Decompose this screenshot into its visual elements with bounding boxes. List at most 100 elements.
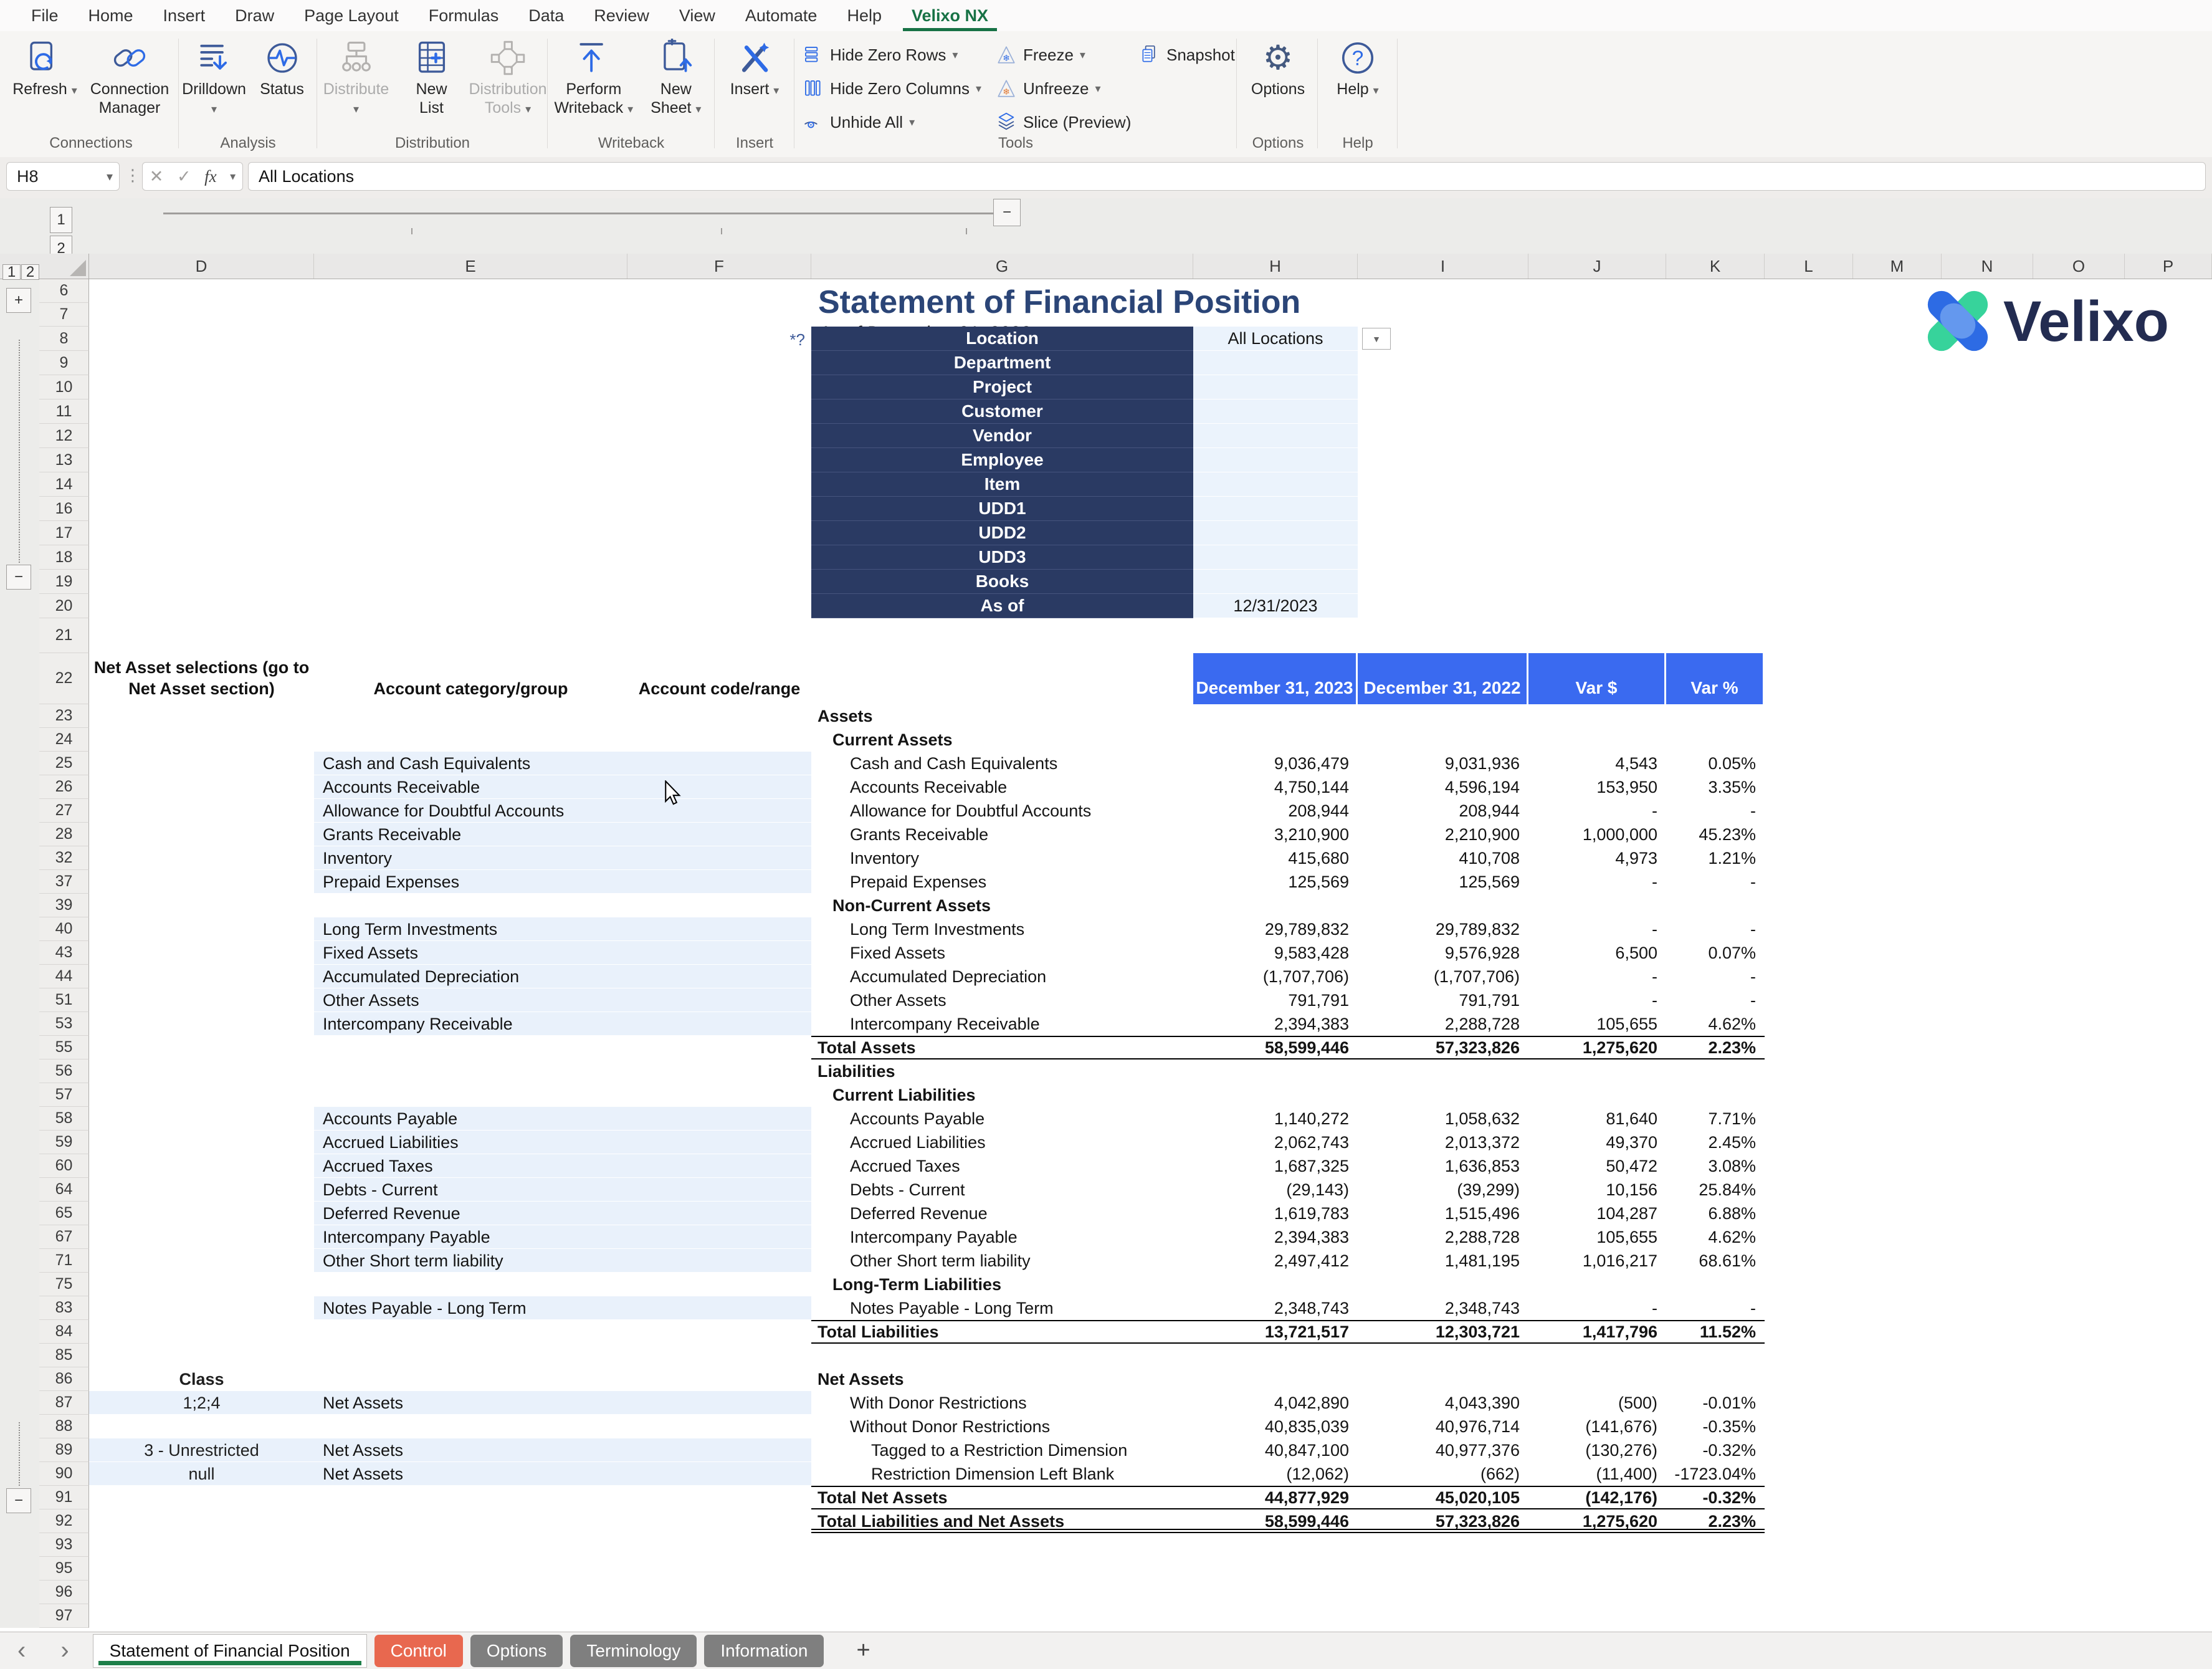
add-sheet-button[interactable]: + xyxy=(831,1637,895,1664)
cell-e-27[interactable]: Allowance for Doubtful Accounts xyxy=(323,799,627,823)
ribbon-tab-view[interactable]: View xyxy=(664,0,730,31)
statement-value-58-1[interactable]: 1,140,272 xyxy=(1193,1107,1358,1131)
statement-value-55-4[interactable]: 2.23% xyxy=(1666,1036,1765,1059)
statement-value-89-4[interactable]: -0.32% xyxy=(1666,1438,1765,1462)
row-header-60[interactable]: 60 xyxy=(39,1154,89,1178)
row-header-86[interactable]: 86 xyxy=(39,1367,89,1391)
statement-value-65-2[interactable]: 1,515,496 xyxy=(1358,1202,1528,1225)
statement-value-84-3[interactable]: 1,417,796 xyxy=(1528,1320,1666,1344)
ribbon-tab-automate[interactable]: Automate xyxy=(730,0,832,31)
cell-e-58[interactable]: Accounts Payable xyxy=(323,1107,627,1131)
statement-value-43-3[interactable]: 6,500 xyxy=(1528,941,1666,965)
filter-value-udd1[interactable] xyxy=(1193,497,1358,521)
sheet-tab-control[interactable]: Control xyxy=(374,1634,463,1667)
statement-value-26-2[interactable]: 4,596,194 xyxy=(1358,775,1528,799)
expand-row-group-button[interactable]: + xyxy=(6,288,31,313)
dropdown-arrow-icon[interactable]: ▼ xyxy=(1362,328,1391,350)
statement-value-83-3[interactable]: - xyxy=(1528,1296,1666,1320)
ribbon-tab-velixo-nx[interactable]: Velixo NX xyxy=(897,0,1003,31)
statement-value-27-3[interactable]: - xyxy=(1528,799,1666,823)
statement-value-87-2[interactable]: 4,043,390 xyxy=(1358,1391,1528,1415)
ribbon-button-hide-zero-columns[interactable]: Hide Zero Columns ▾ xyxy=(803,77,981,100)
statement-value-27-1[interactable]: 208,944 xyxy=(1193,799,1358,823)
statement-value-65-3[interactable]: 104,287 xyxy=(1528,1202,1666,1225)
row-header-51[interactable]: 51 xyxy=(39,988,89,1012)
row-header-39[interactable]: 39 xyxy=(39,894,89,917)
cell-e-83[interactable]: Notes Payable - Long Term xyxy=(323,1296,627,1320)
statement-value-67-1[interactable]: 2,394,383 xyxy=(1193,1225,1358,1249)
filter-value-department[interactable] xyxy=(1193,351,1358,375)
statement-value-58-4[interactable]: 7.71% xyxy=(1666,1107,1765,1131)
cell-d-89[interactable]: 3 - Unrestricted xyxy=(89,1438,314,1462)
statement-value-60-3[interactable]: 50,472 xyxy=(1528,1154,1666,1178)
select-all-corner[interactable] xyxy=(39,254,89,279)
statement-value-92-2[interactable]: 57,323,826 xyxy=(1358,1509,1528,1533)
filter-value-employee[interactable] xyxy=(1193,448,1358,472)
statement-row-label-86[interactable]: Net Assets xyxy=(818,1367,1760,1391)
ribbon-button-help[interactable]: ? Help ▾ xyxy=(1321,36,1394,100)
cell-d-90[interactable]: null xyxy=(89,1462,314,1486)
statement-value-55-2[interactable]: 57,323,826 xyxy=(1358,1036,1528,1059)
row-header-16[interactable]: 16 xyxy=(39,497,89,521)
statement-value-88-3[interactable]: (141,676) xyxy=(1528,1415,1666,1438)
cell-e-51[interactable]: Other Assets xyxy=(323,988,627,1012)
statement-row-label-24[interactable]: Current Assets xyxy=(832,728,1775,752)
column-header-P[interactable]: P xyxy=(2125,254,2212,279)
statement-value-90-2[interactable]: (662) xyxy=(1358,1462,1528,1486)
row-header-71[interactable]: 71 xyxy=(39,1249,89,1273)
row-header-93[interactable]: 93 xyxy=(39,1533,89,1557)
statement-value-32-1[interactable]: 415,680 xyxy=(1193,846,1358,870)
statement-value-59-4[interactable]: 2.45% xyxy=(1666,1131,1765,1154)
statement-value-44-3[interactable]: - xyxy=(1528,965,1666,988)
sheet-tab-statement-of-financial-position[interactable]: Statement of Financial Position xyxy=(92,1633,367,1668)
collapse-column-group-button[interactable]: − xyxy=(993,199,1021,226)
filter-value-as-of[interactable]: 12/31/2023 xyxy=(1193,594,1358,618)
row-header-17[interactable]: 17 xyxy=(39,521,89,545)
row-header-37[interactable]: 37 xyxy=(39,870,89,894)
statement-value-28-2[interactable]: 2,210,900 xyxy=(1358,823,1528,846)
filter-value-vendor[interactable] xyxy=(1193,424,1358,448)
row-header-84[interactable]: 84 xyxy=(39,1320,89,1344)
statement-row-label-75[interactable]: Long-Term Liabilities xyxy=(832,1273,1775,1296)
enter-icon[interactable]: ✓ xyxy=(177,167,191,186)
column-header-I[interactable]: I xyxy=(1358,254,1528,279)
row-header-10[interactable]: 10 xyxy=(39,375,89,399)
statement-value-60-1[interactable]: 1,687,325 xyxy=(1193,1154,1358,1178)
row-header-18[interactable]: 18 xyxy=(39,545,89,570)
statement-value-59-1[interactable]: 2,062,743 xyxy=(1193,1131,1358,1154)
statement-value-58-3[interactable]: 81,640 xyxy=(1528,1107,1666,1131)
statement-value-59-2[interactable]: 2,013,372 xyxy=(1358,1131,1528,1154)
chevron-down-icon[interactable]: ▾ xyxy=(107,169,113,184)
ribbon-button-unfreeze[interactable]: ❄ Unfreeze ▾ xyxy=(996,77,1131,100)
column-header-G[interactable]: G xyxy=(811,254,1193,279)
row-header-89[interactable]: 89 xyxy=(39,1438,89,1462)
statement-value-26-3[interactable]: 153,950 xyxy=(1528,775,1666,799)
statement-value-40-1[interactable]: 29,789,832 xyxy=(1193,917,1358,941)
column-header-D[interactable]: D xyxy=(89,254,314,279)
filter-value-location[interactable]: All Locations xyxy=(1193,327,1358,351)
sheet-tab-terminology[interactable]: Terminology xyxy=(570,1634,697,1667)
statement-value-53-4[interactable]: 4.62% xyxy=(1666,1012,1765,1036)
filter-value-udd3[interactable] xyxy=(1193,545,1358,570)
row-header-91[interactable]: 91 xyxy=(39,1486,89,1509)
sheet-tab-options[interactable]: Options xyxy=(470,1634,563,1667)
statement-value-87-3[interactable]: (500) xyxy=(1528,1391,1666,1415)
statement-value-53-3[interactable]: 105,655 xyxy=(1528,1012,1666,1036)
name-box[interactable]: H8 ▾ xyxy=(6,162,120,191)
cell-e-44[interactable]: Accumulated Depreciation xyxy=(323,965,627,988)
statement-value-92-4[interactable]: 2.23% xyxy=(1666,1509,1765,1533)
statement-value-40-4[interactable]: - xyxy=(1666,917,1765,941)
row-header-26[interactable]: 26 xyxy=(39,775,89,799)
statement-value-88-2[interactable]: 40,976,714 xyxy=(1358,1415,1528,1438)
statement-value-65-4[interactable]: 6.88% xyxy=(1666,1202,1765,1225)
row-header-23[interactable]: 23 xyxy=(39,704,89,728)
ribbon-tab-help[interactable]: Help xyxy=(832,0,897,31)
ribbon-button-options[interactable]: ⚙ Options xyxy=(1241,36,1315,98)
statement-row-label-57[interactable]: Current Liabilities xyxy=(832,1083,1775,1107)
row-header-95[interactable]: 95 xyxy=(39,1557,89,1581)
row-header-14[interactable]: 14 xyxy=(39,472,89,497)
row-header-44[interactable]: 44 xyxy=(39,965,89,988)
column-header-K[interactable]: K xyxy=(1666,254,1765,279)
statement-value-32-2[interactable]: 410,708 xyxy=(1358,846,1528,870)
filter-value-project[interactable] xyxy=(1193,375,1358,399)
